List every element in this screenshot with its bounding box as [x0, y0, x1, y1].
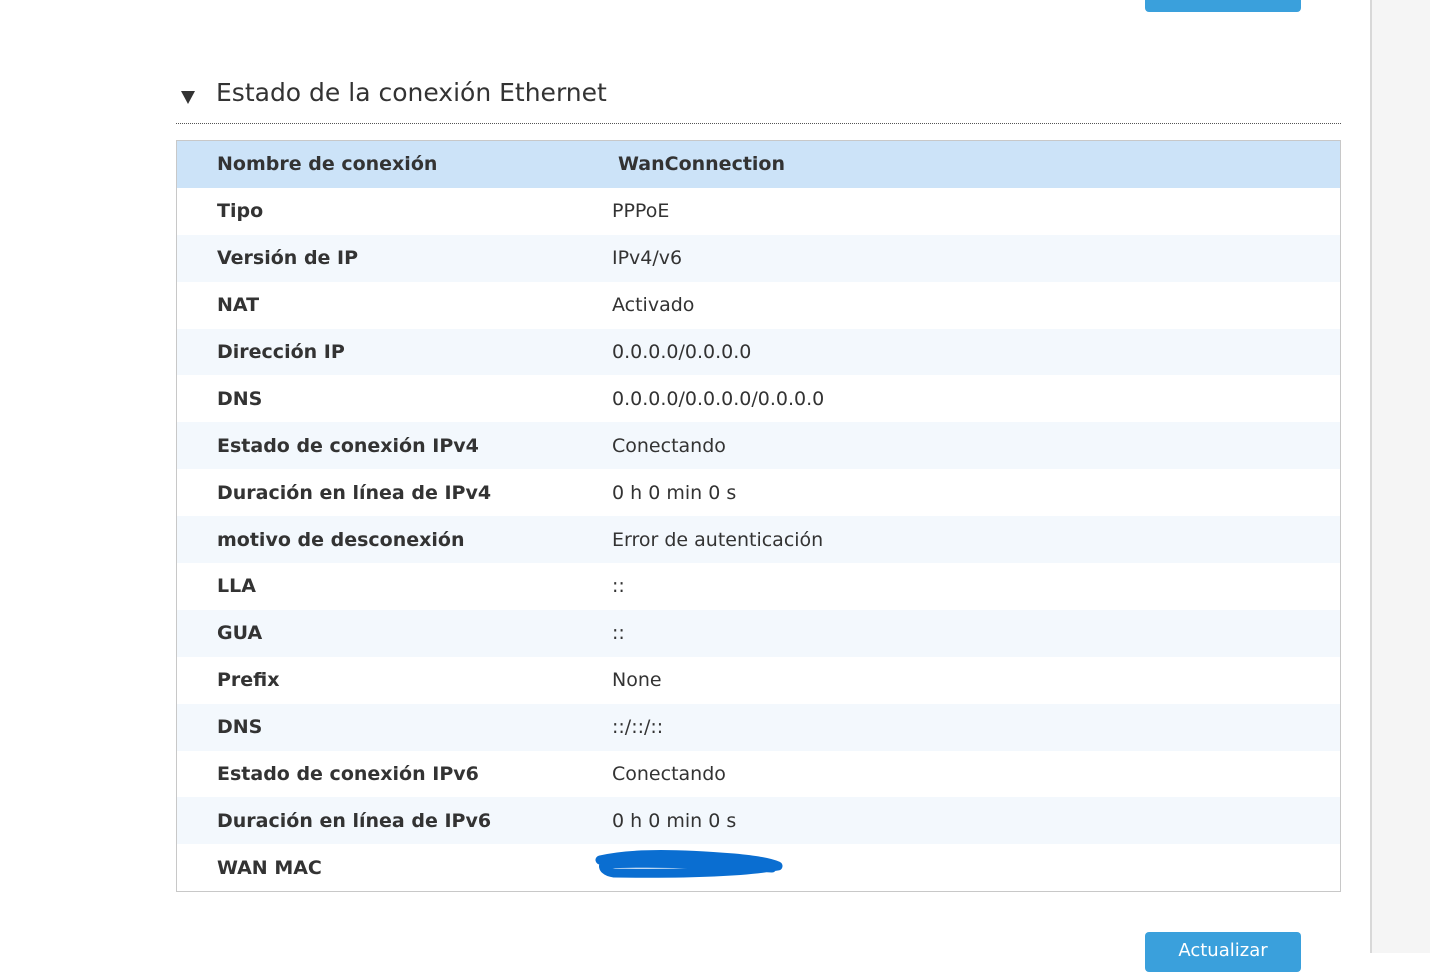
table-row: GUA ::: [177, 609, 1340, 657]
row-value: 0 h 0 min 0 s: [612, 809, 737, 832]
wan-mac-redacted-value: [595, 850, 792, 885]
row-value: ::: [612, 622, 625, 645]
row-label: DNS: [217, 387, 263, 410]
table-row: motivo de desconexión Error de autentica…: [177, 516, 1340, 564]
row-label: motivo de desconexión: [217, 528, 465, 551]
row-value: PPPoE: [612, 200, 670, 223]
table-row: NAT Activado: [177, 281, 1340, 329]
row-value: Error de autenticación: [612, 528, 824, 551]
table-row: Tipo PPPoE: [177, 187, 1340, 235]
table-row: DNS 0.0.0.0/0.0.0.0/0.0.0.0: [177, 375, 1340, 423]
top-action-button[interactable]: [1145, 0, 1301, 12]
table-row: Duración en línea de IPv6 0 h 0 min 0 s: [177, 797, 1340, 845]
row-value: None: [612, 669, 662, 692]
row-label: NAT: [217, 294, 260, 317]
table-row: Nombre de conexión WanConnection: [177, 141, 1340, 188]
redaction-scribble-mark: [595, 850, 783, 879]
row-value: WanConnection: [618, 153, 786, 176]
row-value: 0 h 0 min 0 s: [612, 481, 737, 504]
table-row: Prefix None: [177, 656, 1340, 704]
row-value: 0.0.0.0/0.0.0.0: [612, 341, 752, 363]
row-value: Conectando: [612, 434, 726, 457]
row-label: Dirección IP: [217, 341, 345, 363]
row-label: Nombre de conexión: [217, 153, 438, 176]
row-label: LLA: [217, 575, 256, 598]
table-row: Dirección IP 0.0.0.0/0.0.0.0: [177, 328, 1340, 376]
table-row: DNS ::/::/::: [177, 703, 1340, 751]
row-label: DNS: [217, 716, 263, 739]
triangle-down-icon[interactable]: [181, 91, 195, 104]
row-value: Conectando: [612, 763, 726, 786]
table-row: Estado de conexión IPv4 Conectando: [177, 422, 1340, 470]
row-label: Duración en línea de IPv4: [217, 481, 492, 504]
row-value: IPv4/v6: [612, 247, 683, 270]
row-label: Duración en línea de IPv6: [217, 809, 492, 832]
section-title: Estado de la conexión Ethernet: [216, 78, 607, 107]
row-label: Estado de conexión IPv4: [217, 434, 479, 457]
row-value: 0.0.0.0/0.0.0.0/0.0.0.0: [612, 387, 825, 410]
redaction-scribble: [595, 850, 792, 880]
row-label: Estado de conexión IPv6: [217, 763, 479, 786]
refresh-button[interactable]: Actualizar: [1145, 932, 1301, 972]
row-value: ::/::/::: [612, 716, 664, 739]
page-scrollbar-track[interactable]: [1370, 0, 1430, 953]
row-label: Versión de IP: [217, 247, 359, 270]
row-label: GUA: [217, 622, 263, 645]
table-row: Duración en línea de IPv4 0 h 0 min 0 s: [177, 469, 1340, 517]
table-row: Versión de IP IPv4/v6: [177, 234, 1340, 282]
row-label: Tipo: [217, 200, 264, 223]
table-row: LLA ::: [177, 563, 1340, 610]
row-value: ::: [612, 575, 625, 598]
row-value: Activado: [612, 294, 695, 317]
section-header: Estado de la conexión Ethernet: [176, 72, 1341, 124]
table-row: WAN MAC: [177, 844, 1340, 892]
row-label: Prefix: [217, 669, 280, 692]
row-label: WAN MAC: [217, 856, 322, 879]
connection-status-table: Nombre de conexión WanConnection Tipo PP…: [176, 140, 1341, 893]
table-row: Estado de conexión IPv6 Conectando: [177, 750, 1340, 798]
